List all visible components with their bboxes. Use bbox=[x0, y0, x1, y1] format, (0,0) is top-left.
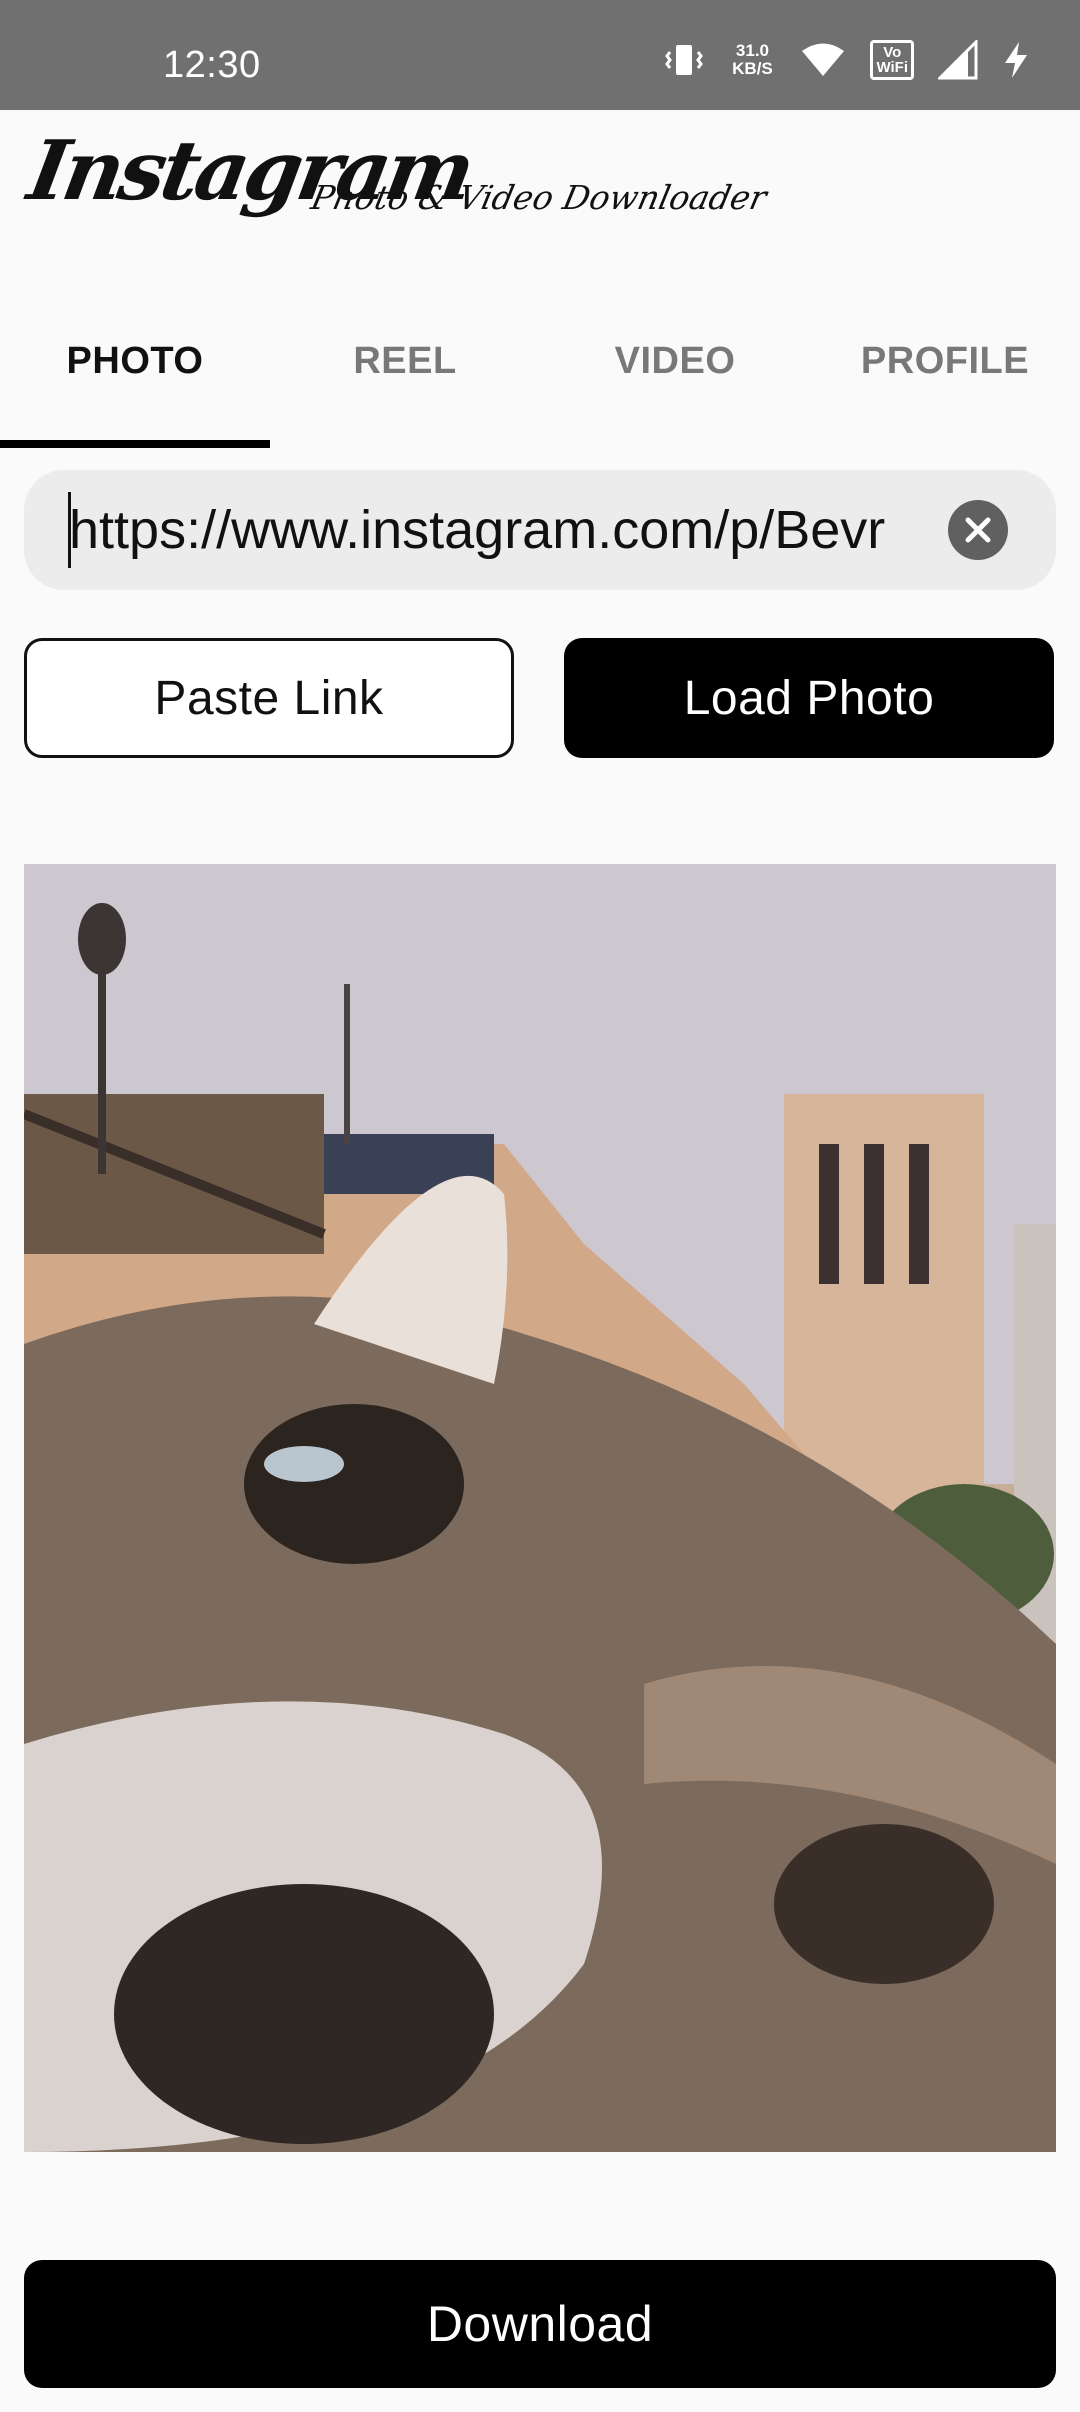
status-time: 12:30 bbox=[163, 44, 261, 86]
url-input-value[interactable]: https://www.instagram.com/p/Bevr bbox=[69, 470, 929, 590]
close-icon bbox=[965, 517, 991, 543]
photo-preview bbox=[24, 864, 1056, 2152]
load-photo-button[interactable]: Load Photo bbox=[564, 638, 1054, 758]
tab-reel-label: REEL bbox=[353, 340, 457, 382]
tab-reel[interactable]: REEL bbox=[270, 300, 540, 448]
tab-profile-label: PROFILE bbox=[860, 340, 1030, 382]
tab-photo[interactable]: PHOTO bbox=[0, 300, 270, 448]
tab-video-label: VIDEO bbox=[614, 340, 736, 382]
paste-link-button[interactable]: Paste Link bbox=[24, 638, 514, 758]
vibrate-icon bbox=[665, 45, 704, 75]
status-icons: 31.0 KB/S Vo WiFi bbox=[664, 40, 1030, 80]
download-button[interactable]: Download bbox=[24, 2260, 1056, 2388]
tab-photo-label: PHOTO bbox=[66, 340, 204, 382]
tab-profile[interactable]: PROFILE bbox=[810, 300, 1080, 448]
tab-video[interactable]: VIDEO bbox=[540, 300, 810, 448]
wifi-icon bbox=[802, 43, 845, 76]
status-bar: 12:30 31.0 KB/S Vo WiFi bbox=[0, 0, 1080, 110]
active-tab-indicator bbox=[0, 440, 270, 448]
signal-icon bbox=[938, 40, 978, 80]
logo-subtitle: Photo & Video Downloader bbox=[307, 178, 771, 217]
clear-url-button[interactable] bbox=[948, 500, 1008, 560]
app-logo: Instagram Photo & Video Downloader bbox=[22, 123, 771, 263]
network-speed-value: 31.0 bbox=[735, 41, 770, 60]
network-speed-unit: KB/S bbox=[732, 59, 773, 78]
wifi-label: WiFi bbox=[876, 59, 908, 76]
url-input[interactable]: https://www.instagram.com/p/Bevr bbox=[24, 470, 1056, 590]
volte-label: Vo bbox=[883, 44, 902, 61]
tab-bar: PHOTO REEL VIDEO PROFILE bbox=[0, 300, 1080, 448]
charging-icon bbox=[1005, 42, 1027, 78]
volte-wifi-icon: Vo WiFi bbox=[870, 40, 914, 80]
network-speed: 31.0 KB/S bbox=[728, 42, 776, 78]
